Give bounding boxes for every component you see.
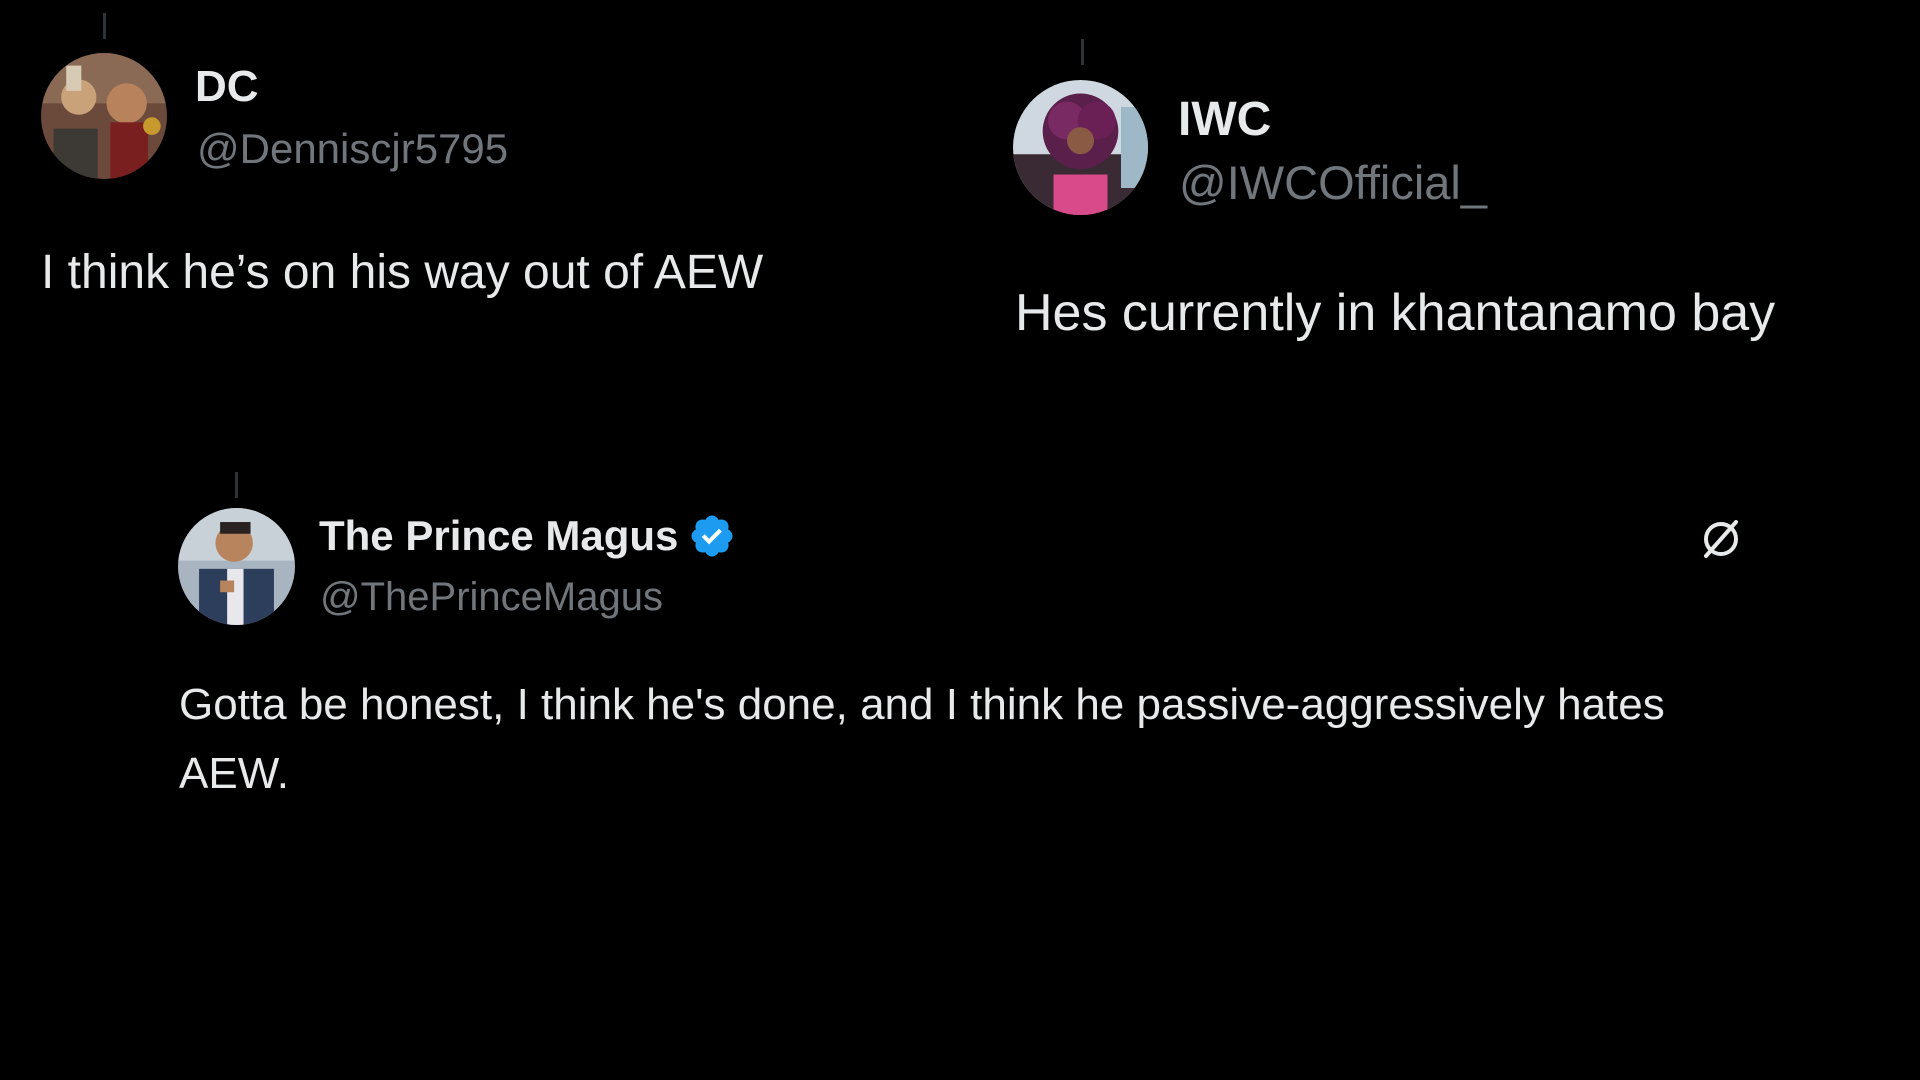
handle[interactable]: @IWCOfficial_ bbox=[1179, 155, 1487, 210]
screenshot-canvas: DC @Denniscjr5795 I think he’s on his wa… bbox=[0, 0, 1920, 1080]
tweet-prince-magus: The Prince Magus @ThePrinceMagus Gotta b… bbox=[0, 430, 1920, 850]
tweet-text: Hes currently in khantanamo bay bbox=[1015, 284, 1776, 342]
avatar-image bbox=[178, 508, 295, 625]
display-name-label: The Prince Magus bbox=[319, 512, 679, 559]
tweet-iwc: IWC @IWCOfficial_ Hes currently in khant… bbox=[960, 0, 1920, 360]
display-name[interactable]: The Prince Magus bbox=[319, 512, 736, 560]
verified-badge-icon bbox=[688, 512, 736, 560]
avatar[interactable] bbox=[178, 508, 295, 625]
handle[interactable]: @ThePrinceMagus bbox=[320, 575, 663, 620]
avatar-image bbox=[41, 53, 167, 179]
tweet-text: Gotta be honest, I think he's done, and … bbox=[179, 680, 1665, 798]
thread-line bbox=[1081, 39, 1084, 65]
tweet-text: I think he’s on his way out of AEW bbox=[41, 246, 764, 299]
avatar[interactable] bbox=[1013, 80, 1148, 215]
display-name[interactable]: IWC bbox=[1178, 92, 1271, 147]
handle[interactable]: @Denniscjr5795 bbox=[197, 125, 508, 173]
grok-icon[interactable] bbox=[1696, 514, 1746, 564]
avatar-image bbox=[1013, 80, 1148, 215]
display-name[interactable]: DC bbox=[195, 62, 259, 112]
tweet-dc: DC @Denniscjr5795 I think he’s on his wa… bbox=[0, 0, 960, 330]
avatar[interactable] bbox=[41, 53, 167, 179]
thread-line bbox=[103, 13, 106, 39]
thread-line bbox=[235, 472, 238, 498]
